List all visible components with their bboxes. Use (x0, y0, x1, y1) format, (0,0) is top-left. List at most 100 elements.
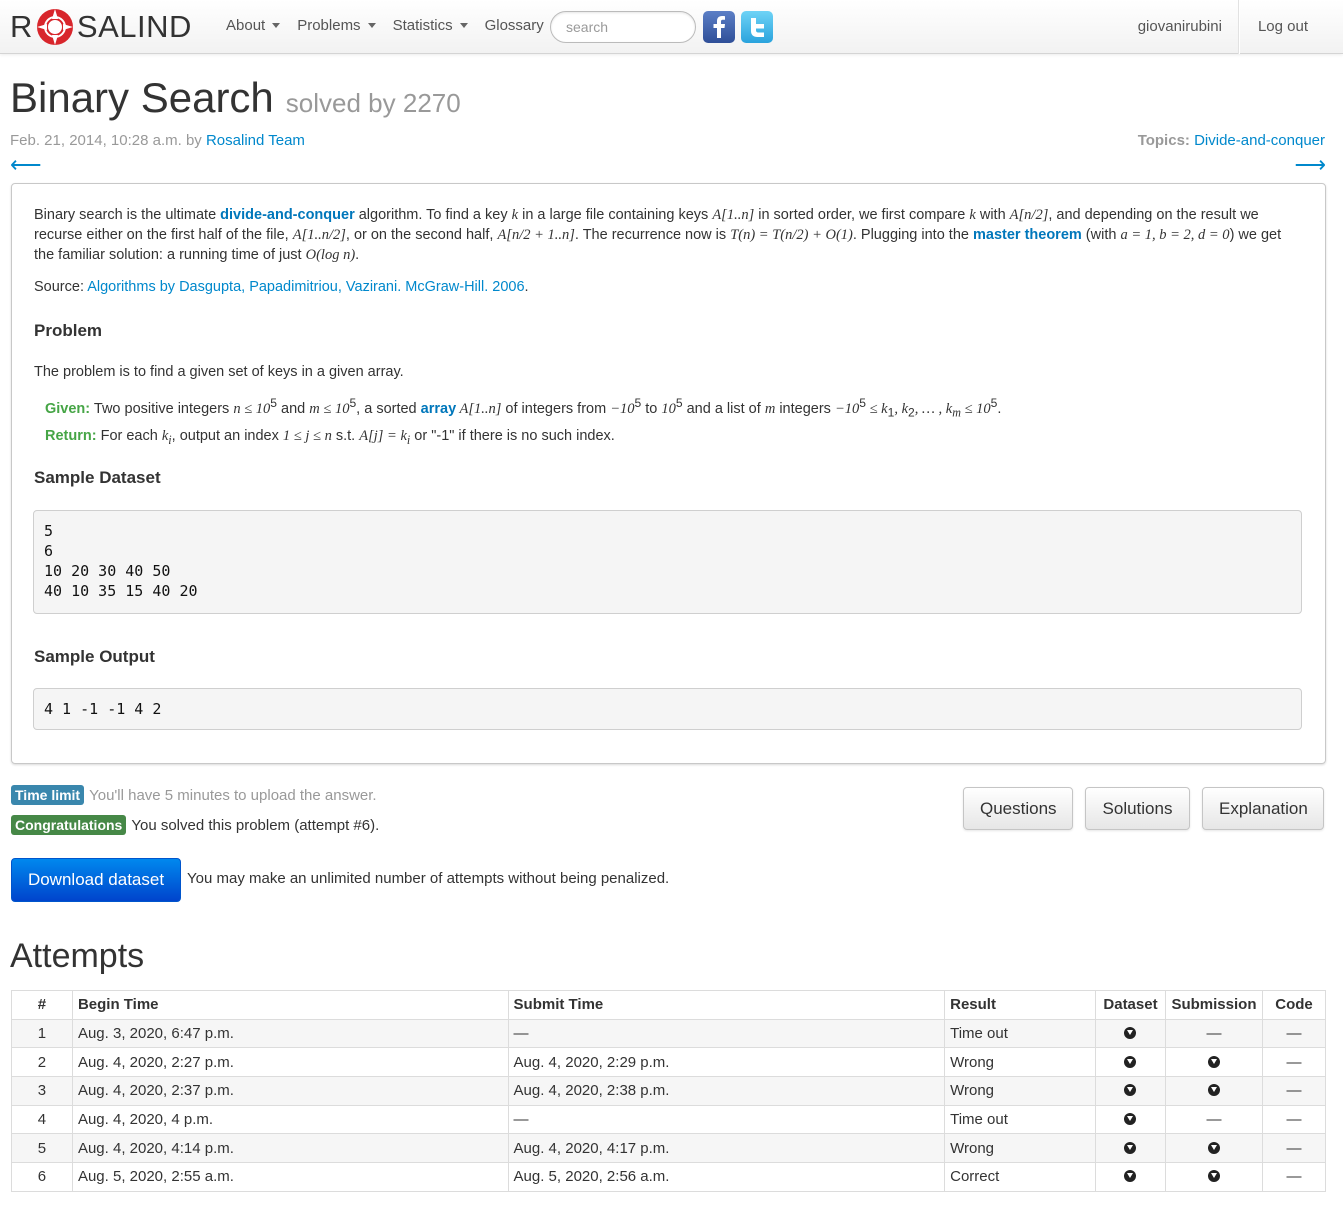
table-row: 3 Aug. 4, 2020, 2:37 p.m. Aug. 4, 2020, 2:… (11, 1076, 1327, 1106)
dataset-cell[interactable] (1095, 1076, 1166, 1106)
submission-cell[interactable] (1164, 1076, 1263, 1106)
dataset-cell[interactable] (1095, 1104, 1166, 1135)
attempt-number-cell: 6 (11, 1162, 73, 1192)
math-lower: −10 (610, 400, 635, 417)
download-circle-icon[interactable] (1207, 1084, 1220, 1097)
submit-time-cell: Aug. 5, 2020, 2:56 a.m. (507, 1162, 946, 1192)
congratulations-badge: Congratulations (11, 815, 127, 835)
submit-time-cell: Aug. 4, 2020, 2:38 p.m. (507, 1076, 946, 1106)
submission-cell[interactable] (1164, 1047, 1263, 1078)
logout-link[interactable]: Log out (1238, 0, 1343, 54)
dataset-cell[interactable] (1095, 1162, 1166, 1192)
given-text: . (997, 400, 1002, 417)
table-row: 6 Aug. 5, 2020, 2:55 a.m. Aug. 5, 2020, 2:… (11, 1162, 1327, 1192)
rosalind-emblem-icon (36, 9, 73, 45)
intro-text: . (355, 247, 360, 263)
column-header: Submission (1164, 990, 1263, 1020)
submission-cell: — (1164, 1104, 1263, 1135)
solved-count: solved by 2270 (285, 88, 461, 118)
solutions-button[interactable]: Solutions (1085, 787, 1190, 830)
attempt-number-cell: 4 (11, 1104, 73, 1135)
download-note: You may make an unlimited number of atte… (187, 870, 670, 887)
code-cell: — (1261, 1076, 1327, 1106)
dataset-cell[interactable] (1095, 1047, 1166, 1078)
given-text: Two positive integers (90, 400, 234, 417)
title-row: Binary Search solved by 2270 (10, 74, 461, 122)
submission-cell[interactable] (1164, 1162, 1263, 1192)
search-input[interactable] (550, 11, 696, 43)
submit-time-cell: — (507, 1104, 946, 1135)
given-text: of integers from (501, 400, 611, 417)
math-keys-bound: ≤ 10 (960, 400, 991, 417)
twitter-icon[interactable] (741, 11, 773, 43)
sample-dataset-heading: Sample Dataset (34, 468, 161, 487)
return-text: For each (96, 428, 162, 444)
chevron-down-icon (459, 23, 468, 28)
submit-time-cell: Aug. 4, 2020, 2:29 p.m. (507, 1047, 946, 1078)
divide-and-conquer-link[interactable]: divide-and-conquer (220, 207, 355, 223)
menu-about[interactable]: About (226, 17, 281, 34)
return-label: Return: (45, 428, 97, 444)
menu-problems[interactable]: Problems (297, 17, 376, 34)
download-circle-icon[interactable] (1124, 1027, 1137, 1040)
chevron-down-icon (367, 23, 376, 28)
math-sup: 5 (859, 396, 866, 410)
topic-link[interactable]: Divide-and-conquer (1194, 132, 1325, 149)
math-array-mid: A[n/2] (1009, 207, 1049, 223)
download-circle-icon[interactable] (1124, 1170, 1137, 1183)
download-circle-icon[interactable] (1124, 1113, 1137, 1126)
source-line: Source: Algorithms by Dasgupta, Papadimi… (34, 277, 1304, 297)
math-keys: , … , k (914, 400, 953, 417)
master-theorem-link[interactable]: master theorem (973, 227, 1082, 243)
questions-button[interactable]: Questions (963, 787, 1073, 830)
menu-glossary-label: Glossary (484, 17, 544, 34)
problem-heading: Problem (34, 321, 103, 340)
source-link[interactable]: Algorithms by Dasgupta, Papadimitriou, V… (87, 279, 524, 295)
download-circle-icon[interactable] (1207, 1055, 1220, 1068)
author-link[interactable]: Rosalind Team (206, 132, 305, 149)
next-problem-arrow-icon[interactable]: ⟶ (1294, 152, 1326, 178)
time-limit-text: You'll have 5 minutes to upload the answ… (89, 786, 377, 804)
array-link[interactable]: array (421, 401, 456, 417)
menu-glossary[interactable]: Glossary (485, 17, 544, 34)
prev-problem-arrow-icon[interactable]: ⟵ (10, 152, 42, 178)
menu-statistics[interactable]: Statistics (393, 17, 468, 34)
math-second-half: A[n/2 + 1..n] (497, 227, 575, 243)
math-equality: A[j] = k (359, 428, 407, 444)
result-cell: Time out (944, 1018, 1096, 1049)
attempt-number-cell: 3 (11, 1076, 73, 1106)
brand-text-left: R (10, 9, 33, 44)
facebook-icon[interactable] (703, 11, 735, 43)
code-cell: — (1261, 1104, 1327, 1135)
attempt-number-cell: 5 (11, 1133, 73, 1164)
source-end: . (524, 279, 529, 295)
download-circle-icon[interactable] (1124, 1055, 1137, 1068)
math-m-bound: m ≤ 10 (309, 400, 350, 417)
intro-text: . Plugging into the (852, 227, 973, 243)
dataset-cell[interactable] (1095, 1133, 1166, 1164)
begin-time-cell: Aug. 4, 2020, 4 p.m. (71, 1104, 509, 1135)
math-first-half: A[1..n/2] (292, 227, 346, 243)
source-label: Source: (34, 279, 88, 295)
submission-cell[interactable] (1164, 1133, 1263, 1164)
column-header: # (11, 990, 73, 1020)
math-sup: 5 (270, 396, 278, 410)
download-circle-icon[interactable] (1207, 1170, 1220, 1183)
topics: Topics: Divide-and-conquer (1138, 132, 1325, 149)
download-dataset-button[interactable]: Download dataset (11, 858, 181, 902)
result-cell: Correct (944, 1162, 1096, 1192)
download-circle-icon[interactable] (1124, 1084, 1137, 1097)
rosalind-logo[interactable]: R SALIND (10, 8, 192, 46)
download-circle-icon[interactable] (1124, 1141, 1137, 1154)
username-link[interactable]: giovanirubini (1122, 0, 1239, 54)
column-header: Code (1261, 990, 1327, 1020)
attempts-table: # Begin Time Submit Time Result Dataset … (11, 990, 1327, 1192)
dataset-cell[interactable] (1095, 1018, 1166, 1049)
begin-time-cell: Aug. 4, 2020, 2:27 p.m. (71, 1047, 509, 1078)
attempt-number-cell: 2 (11, 1047, 73, 1078)
column-header: Submit Time (507, 990, 946, 1020)
explanation-button[interactable]: Explanation (1202, 787, 1324, 830)
download-circle-icon[interactable] (1207, 1141, 1220, 1154)
user-area: giovanirubini Log out (1122, 0, 1343, 54)
column-header: Result (944, 990, 1096, 1020)
